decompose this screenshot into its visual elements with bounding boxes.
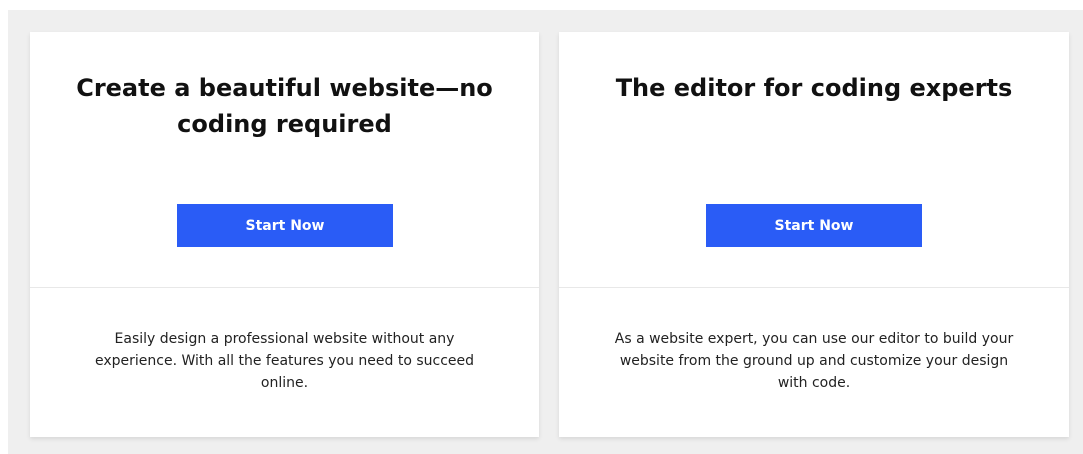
coding-experts-card: The editor for coding experts Start Now … (559, 32, 1069, 437)
card-header-section: Create a beautiful website—no coding req… (30, 32, 539, 288)
card-title: Create a beautiful website—no coding req… (76, 74, 493, 138)
card-title: The editor for coding experts (615, 74, 1013, 102)
options-panel: Create a beautiful website—no coding req… (8, 10, 1083, 454)
card-description: Easily design a professional website wit… (94, 331, 475, 391)
card-header-section: The editor for coding experts Start Now (559, 32, 1069, 288)
card-description: As a website expert, you can use our edi… (614, 331, 1014, 391)
start-now-button[interactable]: Start Now (706, 204, 922, 247)
no-code-card: Create a beautiful website—no coding req… (30, 32, 539, 437)
start-now-button[interactable]: Start Now (177, 204, 393, 247)
